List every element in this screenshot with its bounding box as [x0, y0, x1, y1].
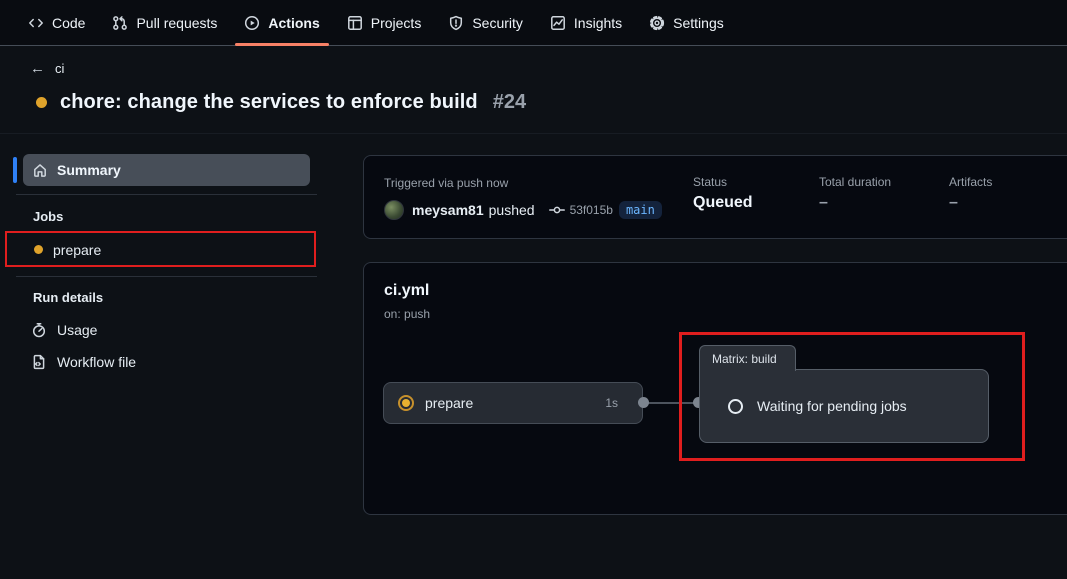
nav-tab-projects[interactable]: Projects [347, 0, 422, 45]
job-status-queued-icon [34, 245, 43, 254]
graph-node-duration: 1s [605, 396, 618, 410]
graph-icon [550, 15, 566, 31]
workflow-trigger: on: push [384, 307, 430, 321]
jobs-heading: Jobs [33, 209, 63, 224]
code-icon [28, 15, 44, 31]
sidebar-divider [16, 194, 317, 195]
actions-run-page: Code Pull requests Actions Projects Secu… [0, 0, 1067, 579]
sidebar-job-label: prepare [53, 242, 101, 258]
matrix-group-tab[interactable]: Matrix: build [699, 345, 796, 371]
status-value: Queued [693, 194, 753, 212]
duration-label: Total duration [819, 175, 891, 189]
gear-icon [649, 15, 665, 31]
nav-tab-label: Pull requests [136, 15, 217, 31]
duration-value: – [819, 194, 891, 212]
sidebar-item-usage[interactable]: Usage [31, 318, 97, 342]
workflow-file-name: ci.yml [384, 282, 429, 300]
nav-tab-settings[interactable]: Settings [649, 0, 724, 45]
back-arrow-icon[interactable]: ← [30, 60, 45, 77]
status-label: Status [693, 175, 753, 189]
sidebar-item-workflow-file[interactable]: Workflow file [31, 350, 136, 374]
run-summary-card: Triggered via push now meysam81 pushed 5… [363, 155, 1067, 239]
trigger-label: Triggered via push now [384, 176, 508, 190]
sidebar-item-label: Summary [57, 162, 121, 178]
nav-tab-insights[interactable]: Insights [550, 0, 622, 45]
duration-column: Total duration – [819, 175, 891, 212]
table-icon [347, 15, 363, 31]
actor-action: pushed [489, 202, 535, 218]
stopwatch-icon [31, 322, 47, 338]
commit-icon [549, 202, 565, 218]
nav-tab-label: Actions [268, 15, 319, 31]
breadcrumb: ← ci [30, 60, 64, 77]
sidebar-item-label: Workflow file [57, 354, 136, 370]
matrix-waiting-message: Waiting for pending jobs [757, 398, 907, 414]
commit-group: 53f015b [549, 202, 613, 218]
branch-badge[interactable]: main [619, 201, 662, 219]
sidebar-job-prepare[interactable]: prepare [24, 235, 310, 264]
matrix-group-label: Matrix: build [712, 352, 777, 366]
selected-accent-bar [13, 157, 17, 183]
avatar[interactable] [384, 200, 404, 220]
repo-nav: Code Pull requests Actions Projects Secu… [0, 0, 1067, 46]
graph-node-prepare[interactable]: prepare 1s [383, 382, 643, 424]
matrix-group-body[interactable]: Waiting for pending jobs [699, 369, 989, 443]
breadcrumb-workflow-link[interactable]: ci [55, 61, 64, 76]
artifacts-column: Artifacts – [949, 175, 992, 212]
run-number: #24 [493, 91, 526, 114]
pull-request-icon [112, 15, 128, 31]
trigger-row: meysam81 pushed 53f015b main [384, 200, 662, 220]
nav-tab-pull-requests[interactable]: Pull requests [112, 0, 217, 45]
graph-edge [643, 402, 698, 404]
sidebar-item-summary[interactable]: Summary [23, 154, 310, 186]
shield-icon [448, 15, 464, 31]
nav-tab-label: Code [52, 15, 85, 31]
page-title: chore: change the services to enforce bu… [60, 91, 478, 114]
commit-sha[interactable]: 53f015b [570, 203, 613, 217]
graph-node-label: prepare [425, 395, 473, 411]
home-icon [32, 162, 48, 178]
nav-tab-label: Security [472, 15, 523, 31]
queued-status-icon [398, 395, 414, 411]
actor-login[interactable]: meysam81 [412, 202, 484, 218]
run-status-dot-icon [36, 97, 47, 108]
artifacts-label: Artifacts [949, 175, 992, 189]
edge-dot-out [638, 397, 649, 408]
artifacts-value: – [949, 194, 992, 212]
run-title-row: chore: change the services to enforce bu… [36, 91, 526, 114]
run-details-heading: Run details [33, 290, 103, 305]
nav-tab-code[interactable]: Code [28, 0, 85, 45]
nav-tab-actions[interactable]: Actions [244, 0, 319, 45]
header-divider [0, 133, 1067, 134]
waiting-status-icon [728, 399, 743, 414]
nav-tab-label: Settings [673, 15, 724, 31]
nav-tab-label: Projects [371, 15, 422, 31]
nav-tab-security[interactable]: Security [448, 0, 523, 45]
sidebar-divider [16, 276, 317, 277]
workflow-file-icon [31, 354, 47, 370]
workflow-graph-card: ci.yml on: push prepare 1s Matrix: build… [363, 262, 1067, 515]
play-circle-icon [244, 15, 260, 31]
sidebar-item-label: Usage [57, 322, 97, 338]
nav-tab-label: Insights [574, 15, 622, 31]
status-column: Status Queued [693, 175, 753, 212]
